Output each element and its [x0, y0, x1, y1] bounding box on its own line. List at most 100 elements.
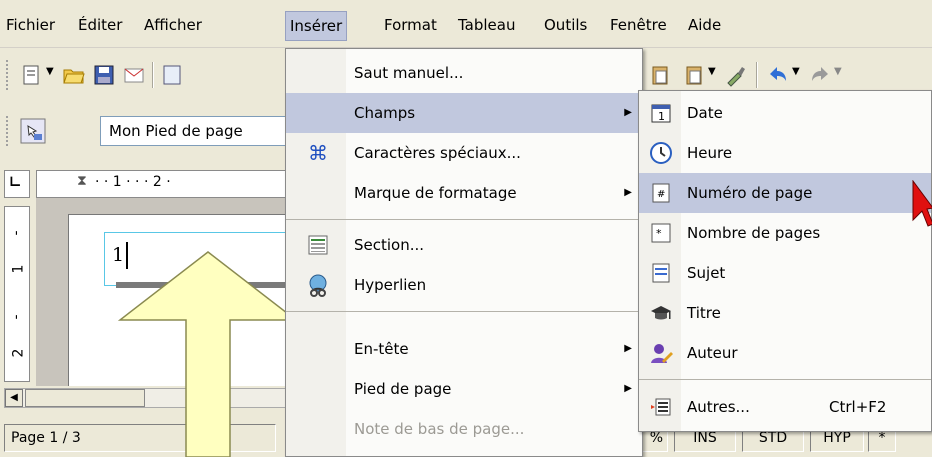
menu-editer[interactable]: Éditer	[74, 12, 126, 38]
status-modified-label: *	[878, 430, 886, 446]
menu-tableau[interactable]: Tableau	[454, 12, 520, 38]
redo-dropdown-icon[interactable]: ▼	[834, 66, 842, 77]
clone-formatting-icon[interactable]	[724, 63, 748, 87]
menu-fichier[interactable]: Fichier	[2, 12, 59, 38]
menu-fichier-label: Fichier	[6, 16, 56, 34]
menu-outils-label: Outils	[544, 16, 588, 34]
paragraph-style-combobox[interactable]: Mon Pied de page	[100, 116, 290, 146]
menu-item-hyperlien[interactable]: Hyperlien	[286, 265, 642, 305]
menu-item-pied-de-page[interactable]: Pied de page ▶	[286, 369, 642, 409]
status-std-label: STD	[758, 430, 788, 446]
menu-item-section[interactable]: Section...	[286, 225, 642, 265]
menu-item-numero-de-page[interactable]: # Numéro de page	[639, 173, 931, 213]
menu-item-sujet[interactable]: Sujet	[639, 253, 931, 293]
menu-aide[interactable]: Aide	[684, 12, 725, 38]
submenu-arrow-icon: ▶	[624, 343, 632, 354]
menu-item-section-label: Section...	[354, 236, 425, 254]
email-icon[interactable]	[122, 63, 146, 87]
menu-format-label: Format	[384, 16, 437, 34]
menu-item-sujet-label: Sujet	[687, 264, 726, 282]
menu-item-autres-label: Autres...	[687, 398, 750, 416]
menu-item-saut-manuel[interactable]: Saut manuel...	[286, 53, 642, 93]
status-hyp-label: HYP	[823, 430, 851, 446]
clock-icon	[650, 142, 672, 164]
mouse-pointer-icon	[912, 180, 932, 227]
menu-afficher[interactable]: Afficher	[140, 12, 206, 38]
menu-afficher-label: Afficher	[144, 16, 202, 34]
menu-item-note-de-bas-de-page: Note de bas de page...	[286, 409, 642, 449]
title-icon	[651, 306, 671, 320]
menu-bar: Fichier Éditer Afficher Insérer Format T…	[0, 0, 932, 48]
menu-item-caracteres-speciaux[interactable]: ⌘ Caractères spéciaux...	[286, 133, 642, 173]
menu-tableau-label: Tableau	[458, 16, 516, 34]
menu-item-date[interactable]: 1 Date	[639, 93, 931, 133]
menu-item-marque-de-formatage[interactable]: Marque de formatage ▶	[286, 173, 642, 213]
menu-item-date-label: Date	[687, 104, 723, 122]
status-ins-label: INS	[693, 430, 717, 446]
fields-submenu: 1 Date Heure # Numéro de page * Nombre d…	[638, 90, 932, 432]
toolbar-grip[interactable]	[6, 60, 10, 90]
undo-dropdown-icon[interactable]: ▼	[792, 66, 800, 77]
annotation-arrow	[118, 251, 298, 457]
submenu-arrow-icon: ▶	[624, 107, 632, 118]
vertical-ruler-tick-4: 2	[10, 348, 27, 358]
paragraph-style-value: Mon Pied de page	[109, 122, 243, 140]
menu-item-champs[interactable]: Champs ▶	[286, 93, 642, 133]
vertical-ruler-tick-1: -	[8, 230, 25, 236]
horizontal-ruler[interactable]: ⧗ · · 1 · · · 2 ·	[36, 170, 288, 198]
vertical-ruler[interactable]: - 1 - 2	[4, 206, 30, 382]
menu-outils[interactable]: Outils	[540, 12, 591, 38]
menu-item-en-tete-label: En-tête	[354, 340, 409, 358]
formatting-toolbar-grip[interactable]	[6, 116, 10, 146]
menu-item-saut-manuel-label: Saut manuel...	[354, 64, 464, 82]
paste-special-icon[interactable]	[682, 63, 706, 87]
menu-item-note-de-bas-de-page-label: Note de bas de page...	[354, 420, 525, 438]
menu-item-autres-shortcut: Ctrl+F2	[829, 398, 887, 416]
menu-format[interactable]: Format	[380, 12, 441, 38]
menu-item-heure[interactable]: Heure	[639, 133, 931, 173]
menu-item-en-tete[interactable]: En-tête ▶	[286, 329, 642, 369]
paste-icon[interactable]	[648, 63, 672, 87]
redo-icon[interactable]	[808, 63, 832, 87]
toolbar-separator-2	[756, 62, 758, 88]
horizontal-ruler-ticks: · · 1 · · · 2 ·	[95, 174, 171, 190]
scroll-left-icon[interactable]: ◀	[5, 389, 23, 407]
hourglass-marker-icon[interactable]: ⧗	[77, 173, 87, 189]
menu-aide-label: Aide	[688, 16, 722, 34]
save-icon[interactable]	[92, 63, 116, 87]
submenu-arrow-icon: ▶	[624, 383, 632, 394]
menu-item-heure-label: Heure	[687, 144, 733, 162]
new-document-icon[interactable]	[20, 63, 44, 87]
menu-item-titre[interactable]: Titre	[639, 293, 931, 333]
menu-item-numero-de-page-label: Numéro de page	[687, 184, 813, 202]
menu-item-titre-label: Titre	[687, 304, 721, 322]
other-fields-icon	[651, 398, 671, 416]
menu-separator	[286, 219, 642, 220]
menu-separator-2	[286, 311, 642, 312]
author-icon	[651, 344, 673, 363]
menu-item-hyperlien-label: Hyperlien	[354, 276, 427, 294]
menu-item-nombre-de-pages[interactable]: * Nombre de pages	[639, 213, 931, 253]
menu-item-pied-de-page-label: Pied de page	[354, 380, 452, 398]
tab-stop-selector[interactable]: ∟	[4, 170, 30, 198]
new-dropdown-icon[interactable]: ▼	[46, 66, 54, 77]
open-folder-icon[interactable]	[62, 63, 86, 87]
menu-item-auteur-label: Auteur	[687, 344, 738, 362]
edit-file-icon[interactable]	[160, 63, 184, 87]
section-icon	[308, 235, 328, 255]
paste-dropdown-icon[interactable]: ▼	[708, 66, 716, 77]
status-zoom-label: %	[649, 430, 663, 446]
vertical-ruler-tick-3: -	[8, 314, 25, 320]
menu-item-auteur[interactable]: Auteur	[639, 333, 931, 373]
menu-inserer[interactable]: Insérer	[285, 11, 348, 41]
styles-formatting-icon[interactable]	[20, 118, 46, 144]
menu-item-autres[interactable]: Autres... Ctrl+F2	[639, 387, 931, 427]
vertical-ruler-tick-2: 1	[10, 264, 27, 274]
undo-icon[interactable]	[766, 63, 790, 87]
left-tab-icon: ∟	[9, 173, 22, 191]
menu-inserer-label: Insérer	[290, 17, 343, 35]
page-number-icon: #	[652, 183, 670, 203]
menu-item-nombre-de-pages-label: Nombre de pages	[687, 224, 821, 242]
menu-fenetre[interactable]: Fenêtre	[606, 12, 671, 38]
submenu-arrow-icon: ▶	[624, 187, 632, 198]
